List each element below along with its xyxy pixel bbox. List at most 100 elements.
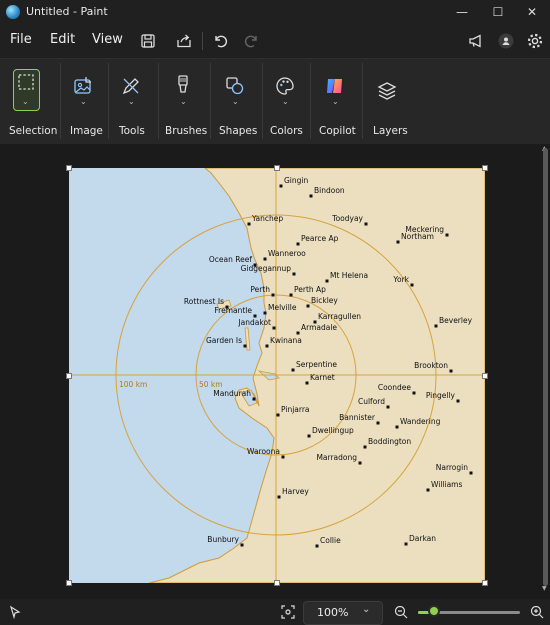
ribbon-group-brushes[interactable]: ⌄ Brushes <box>159 59 209 145</box>
place-label: Narrogin <box>436 463 469 472</box>
layers-icon[interactable] <box>377 81 397 101</box>
place-marker <box>277 495 281 499</box>
resize-handle[interactable] <box>482 580 488 586</box>
place-label: Bannister <box>339 413 376 422</box>
place-label: Melville <box>268 303 297 312</box>
scroll-down-arrow[interactable]: ▼ <box>542 585 547 592</box>
ribbon-group-shapes[interactable]: ⌄ Shapes <box>211 59 261 145</box>
settings-gear-icon[interactable] <box>526 32 544 50</box>
place-label: Karnet <box>310 373 335 382</box>
place-label: Bunbury <box>207 535 239 544</box>
copilot-icon[interactable] <box>324 75 346 97</box>
place-label: Jandakot <box>237 318 271 327</box>
undo-icon[interactable] <box>211 32 229 50</box>
place-label: Wanneroo <box>268 249 306 258</box>
selection-rectangle-icon[interactable] <box>17 73 35 91</box>
chevron-down-icon[interactable]: ⌄ <box>22 97 29 106</box>
place-label: Gidgegannup <box>241 264 292 273</box>
menu-file[interactable]: File <box>10 32 32 47</box>
resize-handle[interactable] <box>274 580 280 586</box>
place-marker <box>263 257 267 261</box>
pointer-position-icon <box>9 605 21 619</box>
resize-handle[interactable] <box>66 580 72 586</box>
place-label: Bindoon <box>314 186 345 195</box>
chevron-down-icon[interactable]: ⌄ <box>332 97 339 106</box>
ring-label-50km: 50 km <box>199 380 223 389</box>
place-marker <box>279 184 283 188</box>
place-label: Coondee <box>378 383 412 392</box>
place-label: Armadale <box>301 323 337 332</box>
place-marker <box>386 405 390 409</box>
account-avatar-icon[interactable] <box>497 32 515 50</box>
zoom-level-value: 100% <box>317 606 349 619</box>
place-label: Waroona <box>247 447 280 456</box>
place-label: Marradong <box>316 453 357 462</box>
ribbon-group-selection[interactable]: ⌄ Selection <box>0 59 60 145</box>
place-label: Bickley <box>311 296 338 305</box>
resize-handle[interactable] <box>274 165 280 171</box>
tools-pencil-icon[interactable] <box>121 76 141 96</box>
place-label: Serpentine <box>296 360 337 369</box>
resize-handle[interactable] <box>66 165 72 171</box>
place-label: Brookton <box>414 361 448 370</box>
paint-app-icon <box>6 5 20 19</box>
place-marker <box>292 272 296 276</box>
share-icon[interactable] <box>175 32 193 50</box>
ribbon-toolbar: ⌄ Selection ⌄ Image ⌄ Tools ⌄ Brushes ⌄ … <box>0 58 550 145</box>
place-marker <box>469 471 473 475</box>
redo-icon[interactable] <box>243 32 261 50</box>
canvas-map-image[interactable]: 50 km 100 km Gingin Bindoon Toodyay Yanchep… <box>69 168 485 583</box>
place-label: Culford <box>358 397 385 406</box>
zoom-out-icon[interactable] <box>393 604 409 620</box>
close-button[interactable]: ✕ <box>514 2 550 22</box>
chevron-down-icon[interactable]: ⌄ <box>80 97 87 106</box>
place-marker <box>434 324 438 328</box>
color-palette-icon[interactable] <box>275 76 295 96</box>
vertical-scrollbar[interactable] <box>543 148 548 586</box>
minimize-button[interactable]: — <box>444 2 480 22</box>
place-label: Ocean Reef <box>209 255 252 264</box>
window-title: Untitled - Paint <box>26 5 108 18</box>
ribbon-group-copilot[interactable]: ⌄ Copilot <box>311 59 361 145</box>
place-marker <box>358 461 362 465</box>
ribbon-group-tools[interactable]: ⌄ Tools <box>109 59 155 145</box>
place-marker <box>265 344 269 348</box>
place-marker <box>426 488 430 492</box>
announcement-icon[interactable] <box>467 32 485 50</box>
place-marker <box>456 399 460 403</box>
place-label: Gingin <box>284 176 308 185</box>
place-label: Yanchep <box>251 214 283 223</box>
ribbon-group-layers[interactable]: Layers <box>363 59 413 145</box>
place-marker <box>271 293 275 297</box>
place-label: Rottnest Is <box>184 297 224 306</box>
resize-handle[interactable] <box>66 373 72 379</box>
place-marker <box>395 425 399 429</box>
place-marker <box>252 397 256 401</box>
save-icon[interactable] <box>139 32 157 50</box>
menu-edit[interactable]: Edit <box>50 32 75 47</box>
place-marker <box>291 368 295 372</box>
place-label: Karragullen <box>318 312 361 321</box>
ribbon-group-image[interactable]: ⌄ Image <box>61 59 107 145</box>
place-marker <box>296 331 300 335</box>
chevron-down-icon[interactable]: ⌄ <box>180 97 187 106</box>
fit-to-window-icon[interactable] <box>280 604 296 620</box>
chevron-down-icon[interactable]: ⌄ <box>282 97 289 106</box>
chevron-down-icon[interactable]: ⌄ <box>128 97 135 106</box>
ribbon-group-colors[interactable]: ⌄ Colors <box>263 59 309 145</box>
place-label: Harvey <box>282 487 309 496</box>
resize-handle[interactable] <box>482 165 488 171</box>
menu-view[interactable]: View <box>92 32 123 47</box>
image-crop-icon[interactable] <box>73 76 93 96</box>
zoom-level-dropdown[interactable]: 100% ⌄ <box>303 601 383 625</box>
menu-bar: File Edit View <box>0 24 550 58</box>
ribbon-label-copilot: Copilot <box>319 125 356 137</box>
brush-icon[interactable] <box>173 74 193 96</box>
resize-handle[interactable] <box>482 373 488 379</box>
toolbar-divider <box>202 32 203 50</box>
place-label: Toodyay <box>331 214 363 223</box>
chevron-down-icon[interactable]: ⌄ <box>232 97 239 106</box>
shapes-icon[interactable] <box>225 76 245 96</box>
maximize-button[interactable]: ☐ <box>480 2 516 22</box>
zoom-in-icon[interactable] <box>529 604 545 620</box>
